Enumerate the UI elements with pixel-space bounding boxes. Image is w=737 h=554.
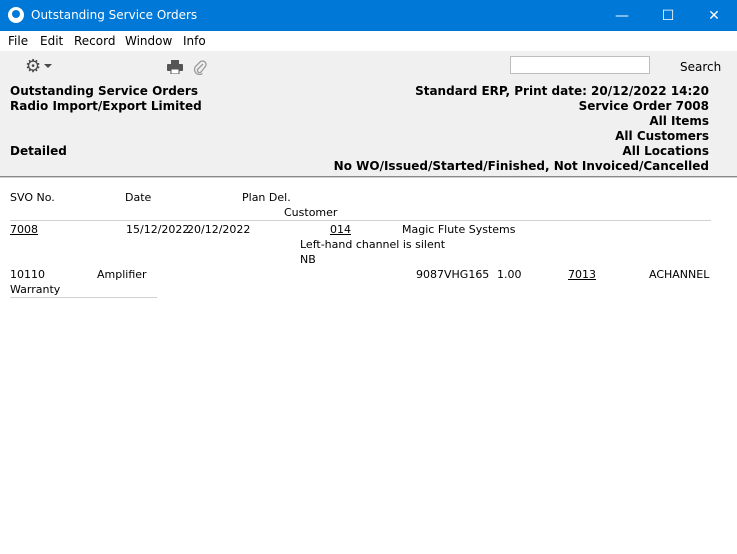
- items-filter: All Items: [649, 114, 709, 128]
- title-bar: Outstanding Service Orders — ☐ ✕: [0, 0, 737, 31]
- maximize-button[interactable]: ☐: [645, 0, 691, 31]
- window-title: Outstanding Service Orders: [31, 8, 198, 22]
- item-qty: 1.00: [497, 268, 522, 281]
- order-note: NB: [300, 253, 316, 266]
- row-divider: [10, 297, 157, 298]
- item-ref-link[interactable]: 7013: [568, 268, 596, 281]
- status-filter: No WO/Issued/Started/Finished, Not Invoi…: [333, 159, 709, 173]
- col-date: Date: [125, 191, 152, 204]
- close-button[interactable]: ✕: [691, 0, 737, 31]
- serial-number: 9087VHG165: [416, 268, 490, 281]
- order-date: 15/12/2022: [126, 223, 190, 236]
- menu-window[interactable]: Window: [125, 34, 172, 48]
- search-input[interactable]: [510, 56, 650, 74]
- chevron-down-icon[interactable]: [44, 64, 52, 68]
- plan-del-date: 20/12/2022: [187, 223, 251, 236]
- report-mode: Detailed: [10, 144, 67, 158]
- col-plan-del: Plan Del.: [242, 191, 291, 204]
- print-date: Standard ERP, Print date: 20/12/2022 14:…: [415, 84, 709, 98]
- report-body: SVO No. Date Plan Del. Customer 7008 15/…: [0, 180, 737, 554]
- app-logo-icon: [8, 7, 24, 23]
- item-type: Warranty: [10, 283, 61, 296]
- company-name: Radio Import/Export Limited: [10, 99, 202, 113]
- toolbar: ⚙ Search: [0, 51, 737, 83]
- print-icon[interactable]: [167, 60, 183, 74]
- customer-name: Magic Flute Systems: [402, 223, 516, 236]
- locations-filter: All Locations: [622, 144, 709, 158]
- col-customer: Customer: [284, 206, 338, 219]
- menu-bar: File Edit Record Window Info: [0, 31, 737, 51]
- item-code: 10110: [10, 268, 45, 281]
- report-header: Outstanding Service Orders Radio Import/…: [0, 83, 737, 176]
- header-divider: [0, 176, 737, 178]
- item-class: ACHANNEL: [649, 268, 710, 281]
- minimize-button[interactable]: —: [599, 0, 645, 31]
- menu-info[interactable]: Info: [183, 34, 206, 48]
- column-divider: [10, 220, 711, 221]
- item-name: Amplifier: [97, 268, 147, 281]
- menu-file[interactable]: File: [8, 34, 28, 48]
- search-button[interactable]: Search: [680, 60, 721, 74]
- customers-filter: All Customers: [615, 129, 709, 143]
- customer-code-link[interactable]: 014: [330, 223, 351, 236]
- menu-record[interactable]: Record: [74, 34, 115, 48]
- attachment-icon[interactable]: [193, 59, 207, 75]
- col-svo-no: SVO No.: [10, 191, 55, 204]
- service-order-filter: Service Order 7008: [578, 99, 709, 113]
- menu-edit[interactable]: Edit: [40, 34, 63, 48]
- svo-link[interactable]: 7008: [10, 223, 38, 236]
- gear-icon[interactable]: ⚙: [25, 58, 41, 76]
- report-title: Outstanding Service Orders: [10, 84, 198, 98]
- order-comment: Left-hand channel is silent: [300, 238, 446, 251]
